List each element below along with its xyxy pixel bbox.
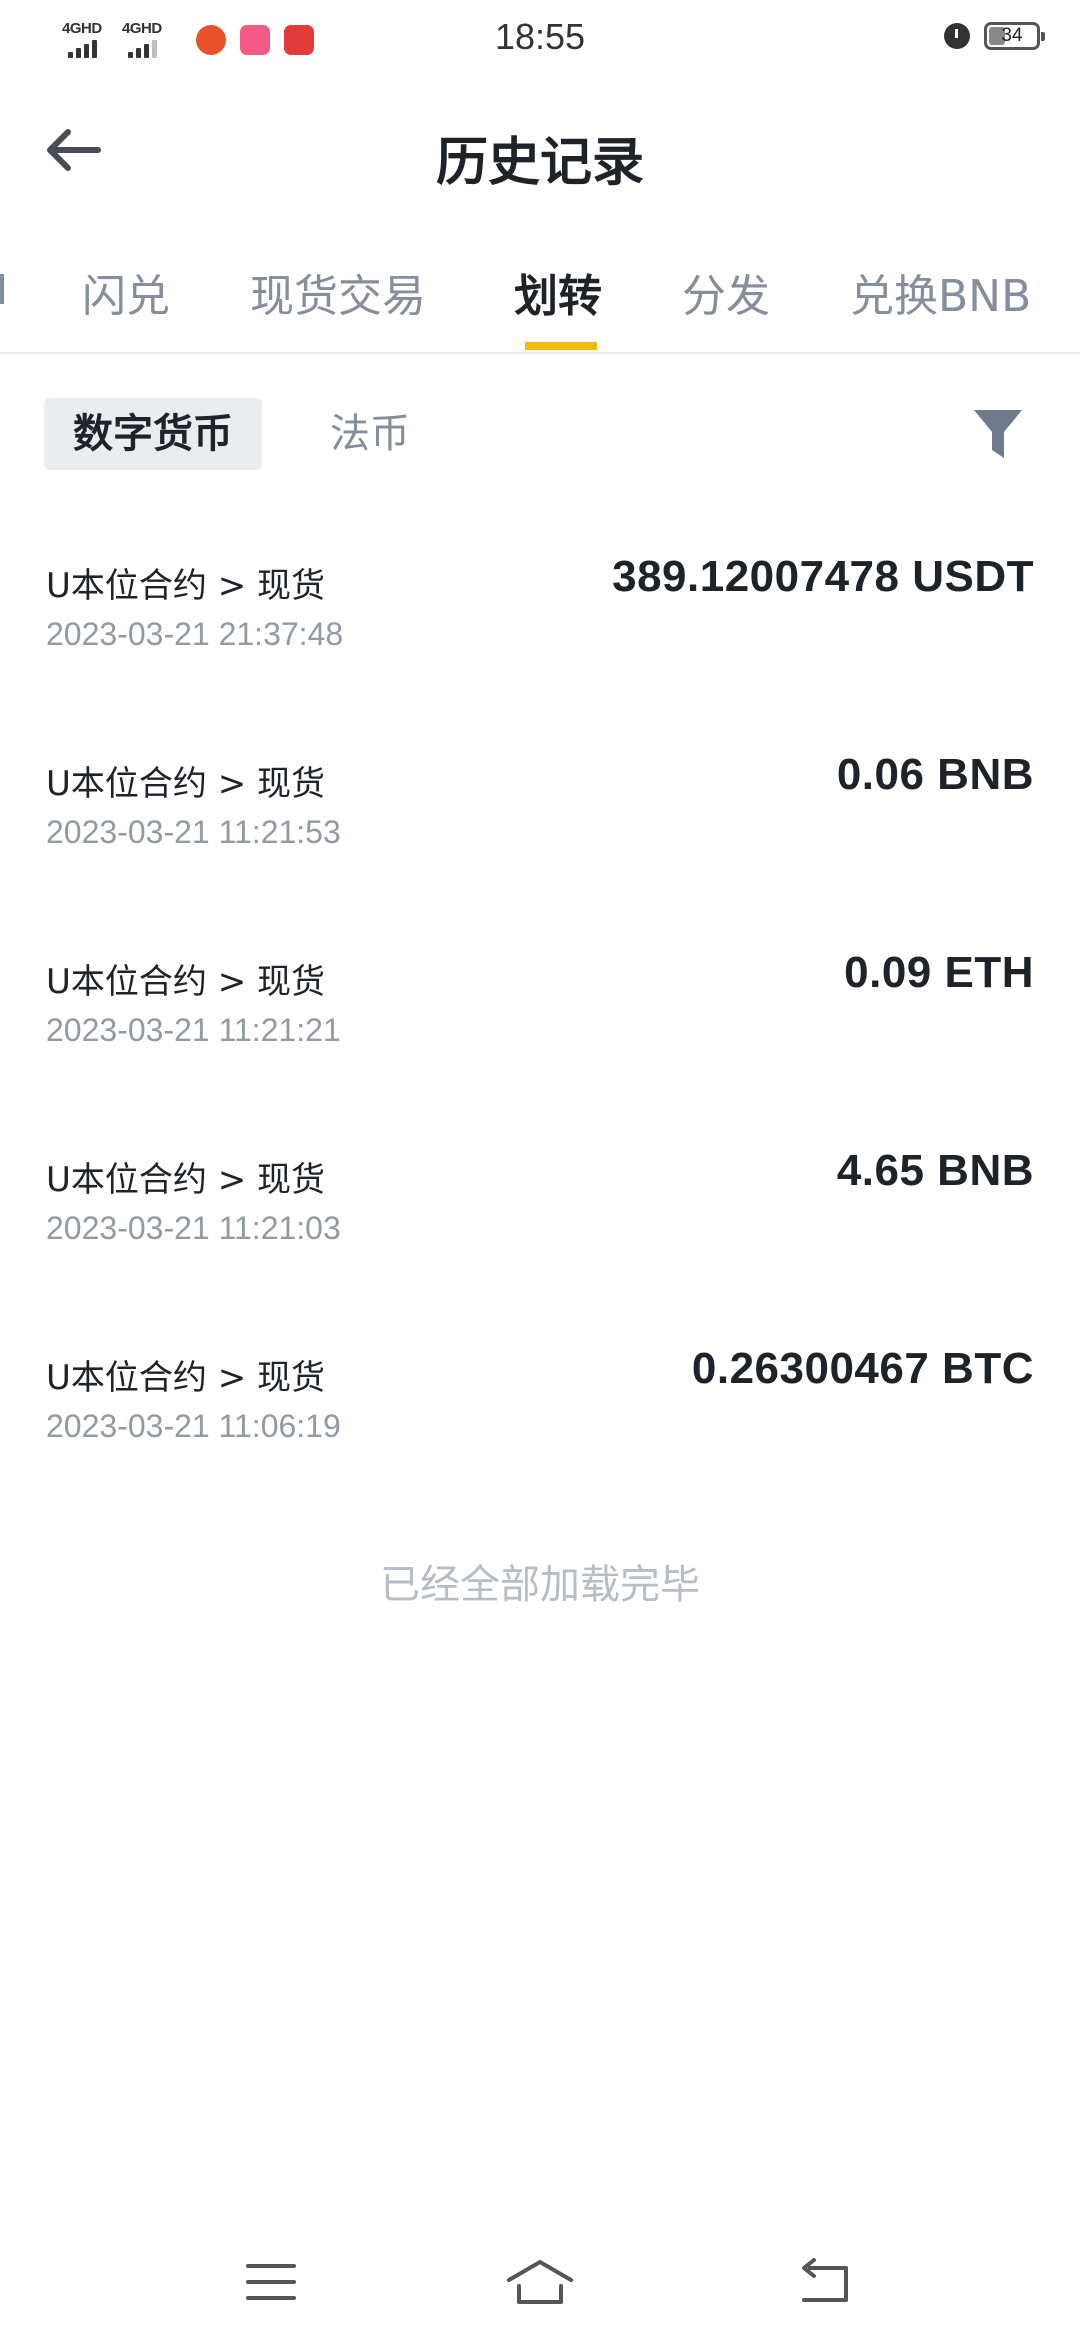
page-title: 历史记录 (435, 133, 644, 193)
end-of-list-text: 已经全部加载完毕 (380, 1562, 700, 1608)
filter-button[interactable] (970, 404, 1026, 464)
tab-flash-swap[interactable]: 闪兑 (82, 260, 170, 324)
record-time: 2023-03-21 21:37:48 (46, 616, 344, 652)
record-time: 2023-03-21 11:21:53 (46, 814, 341, 850)
list-item[interactable]: U本位合约 > 现货 2023-03-21 21:37:48 389.12007… (0, 540, 1080, 738)
list-item[interactable]: U本位合约 > 现货 2023-03-21 11:06:19 0.2630046… (0, 1332, 1080, 1530)
home-button[interactable] (505, 2252, 575, 2312)
menu-icon (246, 2264, 296, 2300)
list-item[interactable]: U本位合约 > 现货 2023-03-21 11:21:21 0.09 ETH (0, 936, 1080, 1134)
tab-bar: 闪兑 现货交易 划转 分发 兑换BNB (0, 240, 1080, 354)
record-route: U本位合约 > 现货 (46, 962, 325, 1002)
status-time: 18:55 (494, 16, 586, 57)
record-time: 2023-03-21 11:21:03 (46, 1210, 341, 1246)
battery-icon: 34 (984, 22, 1045, 50)
tab-transfer[interactable]: 划转 (514, 260, 602, 324)
return-icon (802, 2258, 848, 2302)
record-amount: 4.65 BNB (836, 1146, 1034, 1195)
record-route: U本位合约 > 现货 (46, 566, 325, 606)
filter-icon (974, 410, 1022, 458)
header: 历史记录 (0, 100, 1080, 200)
tab-edge-icon (0, 274, 4, 304)
menu-button[interactable] (236, 2252, 306, 2312)
tab-distribution[interactable]: 分发 (682, 260, 770, 324)
record-route: U本位合约 > 现货 (46, 1358, 325, 1398)
subtab-crypto[interactable]: 数字货币 (44, 398, 262, 470)
status-bar: 4GHD 4GHD 18:55 34 (0, 0, 1080, 84)
tab-convert-bnb[interactable]: 兑换BNB (850, 260, 1031, 324)
list-item[interactable]: U本位合约 > 现货 2023-03-21 11:21:03 4.65 BNB (0, 1134, 1080, 1332)
record-amount: 0.09 ETH (844, 948, 1034, 997)
list-item[interactable]: U本位合约 > 现货 2023-03-21 11:21:53 0.06 BNB (0, 738, 1080, 936)
tab-active-indicator (525, 342, 597, 350)
nav-back-button[interactable] (790, 2252, 860, 2312)
system-nav-bar (0, 2230, 1080, 2340)
status-right: 34 (944, 22, 1045, 50)
subtab-fiat[interactable]: 法币 (330, 398, 410, 470)
record-time: 2023-03-21 11:21:21 (46, 1012, 341, 1048)
battery-level: 34 (1001, 25, 1023, 46)
record-route: U本位合约 > 现货 (46, 1160, 325, 1200)
record-amount: 0.26300467 BTC (691, 1344, 1034, 1393)
tab-spot-trade[interactable]: 现货交易 (250, 260, 426, 324)
record-time: 2023-03-21 11:06:19 (46, 1408, 341, 1444)
record-amount: 0.06 BNB (836, 750, 1034, 799)
record-route: U本位合约 > 现货 (46, 764, 325, 804)
transfer-record-list: U本位合约 > 现货 2023-03-21 21:37:48 389.12007… (0, 540, 1080, 1530)
home-icon (507, 2260, 573, 2304)
alarm-icon (944, 23, 970, 49)
record-amount: 389.12007478 USDT (612, 552, 1034, 601)
